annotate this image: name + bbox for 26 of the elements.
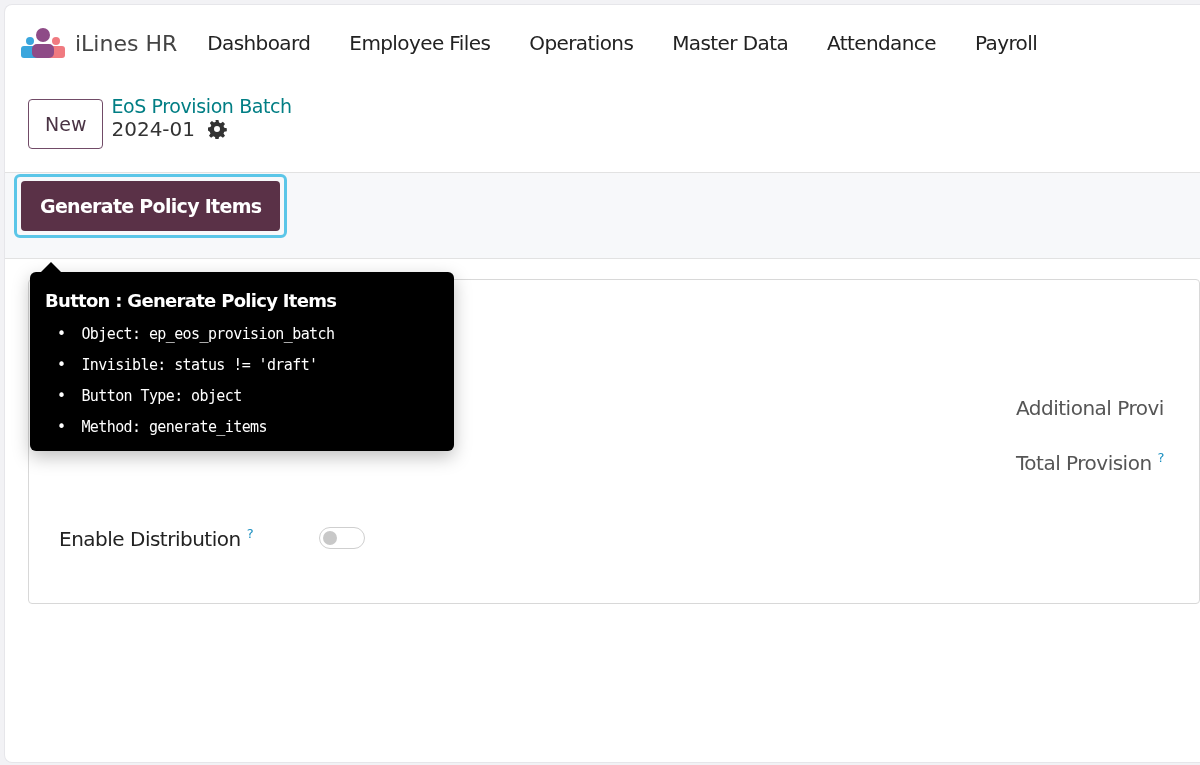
toggle-switch[interactable] [319, 527, 365, 550]
field-label: Total Provision $^{?}$ [1016, 450, 1165, 475]
nav-menu-item[interactable]: Employee Files [349, 31, 491, 55]
tooltip-title: Button : Generate Policy Items [45, 290, 338, 311]
nav-menu-item[interactable]: Master Data [672, 31, 789, 55]
settings-icon[interactable] [207, 119, 228, 139]
nav-menu-item[interactable]: Payroll [974, 31, 1038, 55]
nav-menu-item[interactable]: Dashboard [207, 31, 311, 55]
nav-menu-item[interactable]: Operations [529, 31, 634, 55]
bullet: • [57, 325, 66, 344]
field-label: Enable Distribution $^{?}$ [59, 526, 255, 551]
nav-menu-item[interactable]: Attendance [827, 31, 936, 55]
bullet: • [57, 356, 66, 375]
app-name[interactable]: iLines HR [75, 30, 178, 56]
field-label: Additional Provi [1016, 396, 1165, 420]
tooltip-detail: Object: ep_eos_provision_batch [81, 325, 335, 344]
tooltip-detail: Method: generate_items [81, 418, 267, 437]
breadcrumb-link[interactable]: EoS Provision Batch [111, 95, 292, 117]
bullet: • [57, 418, 66, 437]
generate-policy-items-button[interactable]: Generate Policy Items [21, 181, 281, 231]
new-button[interactable]: New [28, 99, 104, 149]
people-logo-icon [21, 27, 65, 59]
record-name: 2024-01 [111, 117, 196, 141]
tooltip-detail: Invisible: status != 'draft' [81, 356, 318, 375]
bullet: • [57, 387, 66, 406]
tooltip-detail: Button Type: object [81, 387, 242, 406]
